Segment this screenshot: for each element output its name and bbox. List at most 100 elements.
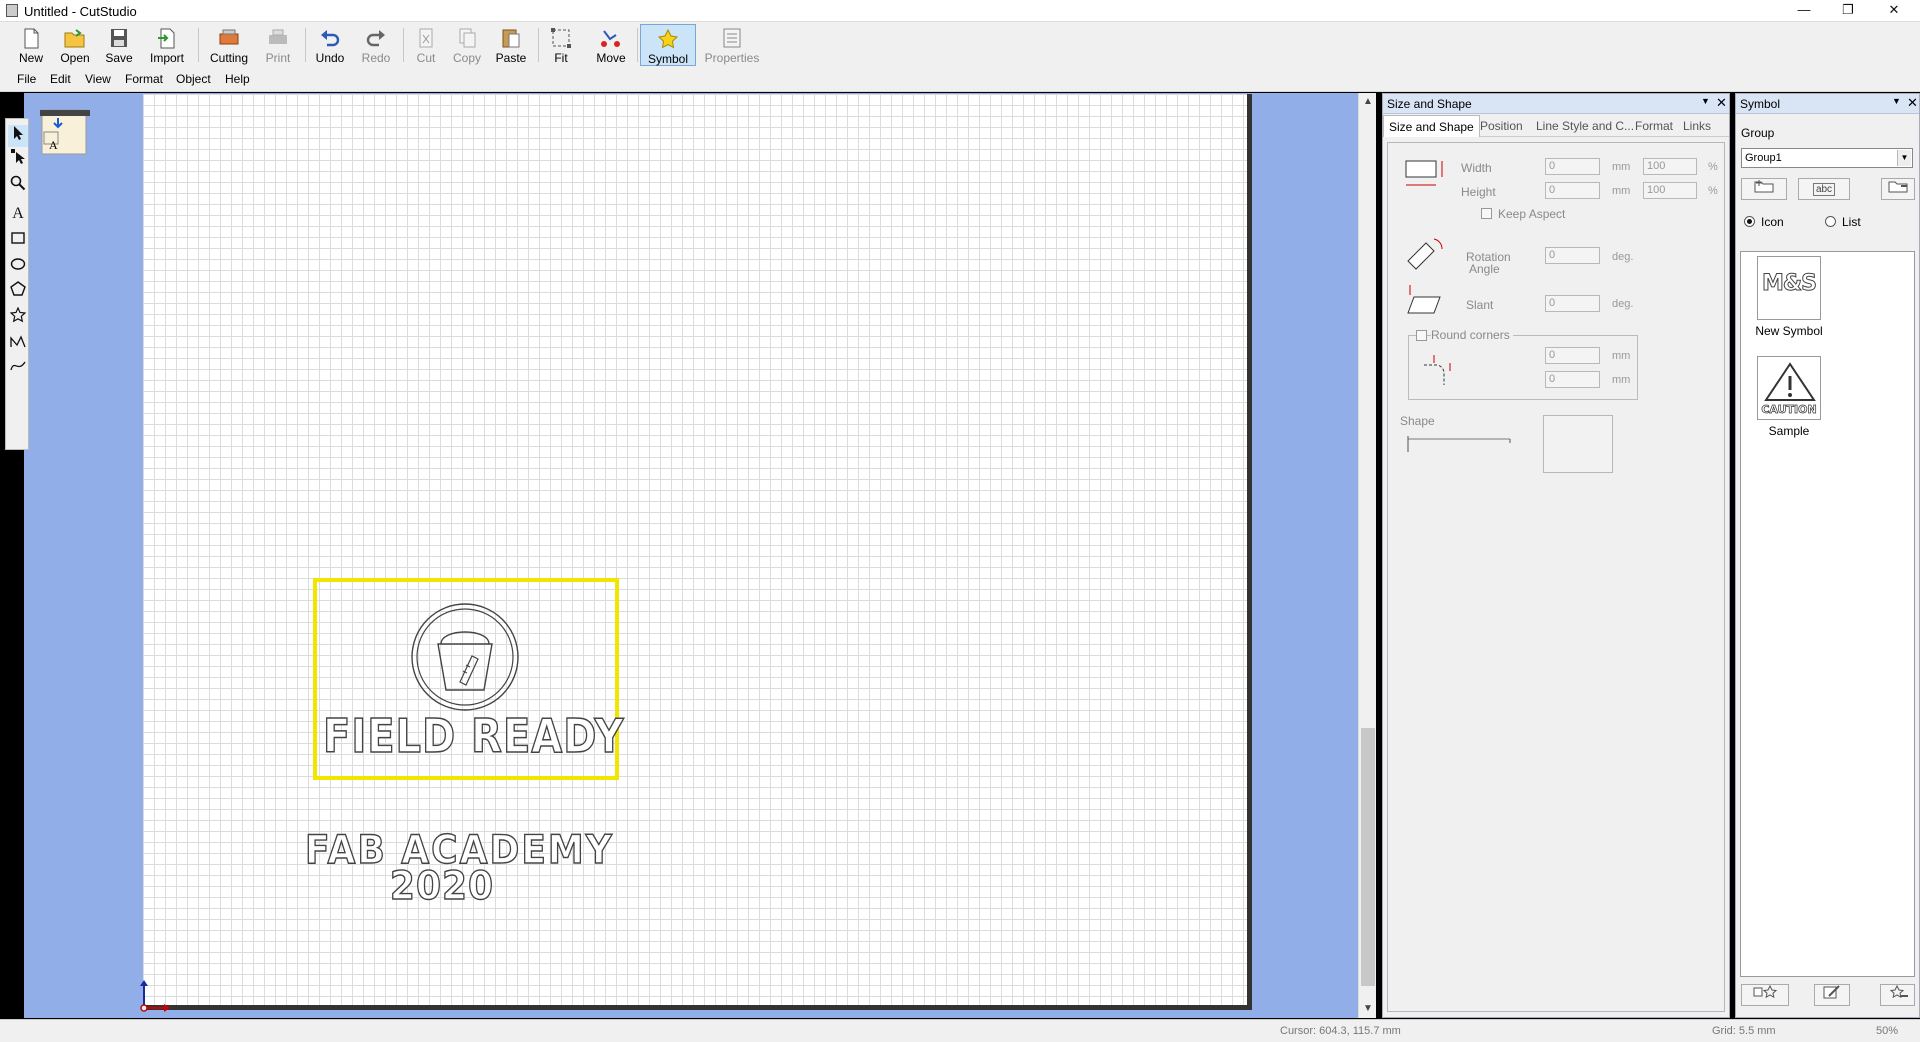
rotation-field[interactable]: 0 <box>1545 247 1600 264</box>
symbol-button[interactable]: Symbol <box>640 24 696 66</box>
floppy-disk-icon <box>111 29 127 47</box>
vertical-scrollbar[interactable]: ▲ ▼ <box>1358 93 1376 1018</box>
redo-button[interactable]: Redo <box>356 24 396 66</box>
open-button[interactable]: Open <box>54 24 96 66</box>
star-tool-icon[interactable] <box>8 306 28 329</box>
scrollbar-thumb[interactable] <box>1361 728 1375 986</box>
menu-file[interactable]: File <box>17 72 36 86</box>
scroll-up-icon[interactable]: ▲ <box>1362 96 1374 107</box>
edit-pencil-icon <box>1823 985 1840 999</box>
title-bar: Untitled - CutStudio — ❐ ✕ <box>0 0 1920 22</box>
restore-button[interactable]: ❐ <box>1828 2 1868 20</box>
import-button[interactable]: Import <box>142 24 192 66</box>
symbol-item-sample[interactable]: CAUTION Sample <box>1749 356 1829 438</box>
view-icon-label: Icon <box>1761 215 1784 229</box>
symbol-panel-close-icon[interactable]: ✕ <box>1907 95 1918 111</box>
tab-size-and-shape[interactable]: Size and Shape <box>1383 115 1480 137</box>
width-percent-unit: % <box>1708 161 1718 173</box>
group-label: Group <box>1741 126 1775 140</box>
new-button[interactable]: New <box>10 24 52 66</box>
menu-view[interactable]: View <box>85 72 111 86</box>
width-percent-field[interactable]: 100 <box>1643 158 1697 175</box>
tab-format[interactable]: Format <box>1630 115 1678 137</box>
scissors-doc-icon <box>419 28 433 48</box>
new-group-button[interactable] <box>1741 178 1787 200</box>
logo-text[interactable]: FIELD READY <box>322 710 624 764</box>
folder-plus-icon <box>1754 180 1774 193</box>
panel-menu-chevron-icon[interactable]: ▼ <box>1701 96 1710 106</box>
rename-group-button[interactable]: abc <box>1798 178 1850 200</box>
slant-label: Slant <box>1466 298 1494 312</box>
move-button[interactable]: Move <box>590 24 632 66</box>
scroll-down-icon[interactable]: ▼ <box>1362 1003 1374 1014</box>
menu-object[interactable]: Object <box>176 72 211 86</box>
symbol-list: M&S New Symbol CAUTION Sample <box>1740 251 1915 977</box>
menu-edit[interactable]: Edit <box>50 72 71 86</box>
cutting-button[interactable]: Cutting <box>204 24 254 66</box>
polyline-tool-icon[interactable] <box>8 333 28 355</box>
height-unit: mm <box>1612 185 1631 197</box>
shape-slider-icon[interactable] <box>1400 433 1512 457</box>
add-symbol-button[interactable] <box>1741 984 1789 1006</box>
symbol-panel-menu-icon[interactable]: ▼ <box>1892 96 1901 106</box>
fit-label: Fit <box>554 51 568 65</box>
rectangle-tool-icon[interactable] <box>8 229 28 251</box>
delete-star-icon <box>1889 984 1908 999</box>
symbol-item-new-symbol[interactable]: M&S New Symbol <box>1749 256 1829 338</box>
thumb-letter: A <box>49 138 58 152</box>
delete-group-button[interactable] <box>1881 178 1915 200</box>
text-tool-icon[interactable]: A <box>8 203 28 225</box>
redo-arrow-icon <box>366 30 385 47</box>
height-percent-field[interactable]: 100 <box>1643 182 1697 199</box>
symbol-item-label: Sample <box>1768 424 1810 438</box>
dropdown-chevron-icon[interactable]: ▼ <box>1897 150 1911 166</box>
cut-button[interactable]: Cut <box>408 24 444 66</box>
cutter-preview-thumbnail[interactable]: A <box>40 104 90 156</box>
drawing-tools: A <box>5 118 29 450</box>
minimize-button[interactable]: — <box>1784 2 1824 20</box>
undo-button[interactable]: Undo <box>310 24 350 66</box>
drawing-canvas[interactable]: FIELD READY FAB ACADEMY 2020 <box>143 94 1252 1010</box>
polygon-tool-icon[interactable] <box>8 281 28 303</box>
text-object-line2[interactable]: 2020 <box>305 863 579 910</box>
view-list-radio[interactable] <box>1825 216 1836 227</box>
tab-position[interactable]: Position <box>1475 115 1528 137</box>
view-icon-radio[interactable] <box>1744 216 1755 227</box>
zoom-level: 50% <box>1876 1025 1899 1037</box>
group-select-value: Group1 <box>1745 152 1782 164</box>
keep-aspect-checkbox[interactable] <box>1481 208 1492 219</box>
shape-preview <box>1543 415 1613 473</box>
round-corner-field-1[interactable]: 0 <box>1545 347 1600 364</box>
menu-help[interactable]: Help <box>225 72 250 86</box>
round-corners-checkbox[interactable] <box>1416 330 1427 341</box>
close-button[interactable]: ✕ <box>1874 2 1914 20</box>
rotation-label-line2: Angle <box>1469 262 1500 276</box>
fit-button[interactable]: Fit <box>543 24 579 66</box>
copy-button[interactable]: Copy <box>449 24 485 66</box>
edit-points-arrow-icon[interactable] <box>8 149 28 171</box>
origin-axes-icon <box>140 980 170 1012</box>
zoom-magnifier-icon[interactable] <box>8 175 28 197</box>
save-button[interactable]: Save <box>98 24 140 66</box>
panel-close-icon[interactable]: ✕ <box>1716 95 1727 111</box>
width-field[interactable]: 0 <box>1545 158 1600 175</box>
curve-tool-icon[interactable] <box>8 357 28 379</box>
properties-button[interactable]: Properties <box>700 24 764 66</box>
height-field[interactable]: 0 <box>1545 182 1600 199</box>
delete-symbol-button[interactable] <box>1880 984 1915 1006</box>
undo-arrow-icon <box>321 30 340 47</box>
tab-line-style[interactable]: Line Style and C... <box>1531 115 1639 137</box>
menu-format[interactable]: Format <box>125 72 163 86</box>
tab-links[interactable]: Links <box>1678 115 1716 137</box>
ellipse-tool-icon[interactable] <box>8 255 28 277</box>
paste-button[interactable]: Paste <box>490 24 532 66</box>
group-select[interactable]: Group1 ▼ <box>1741 148 1913 168</box>
slant-field[interactable]: 0 <box>1545 295 1600 312</box>
width-label: Width <box>1461 161 1492 175</box>
select-arrow-icon[interactable] <box>8 125 28 147</box>
round-corner-field-2[interactable]: 0 <box>1545 371 1600 388</box>
edit-symbol-button[interactable] <box>1814 984 1850 1006</box>
print-button[interactable]: Print <box>257 24 299 66</box>
bucket-logo-icon[interactable] <box>408 600 522 714</box>
toolbar-separator <box>403 28 404 62</box>
